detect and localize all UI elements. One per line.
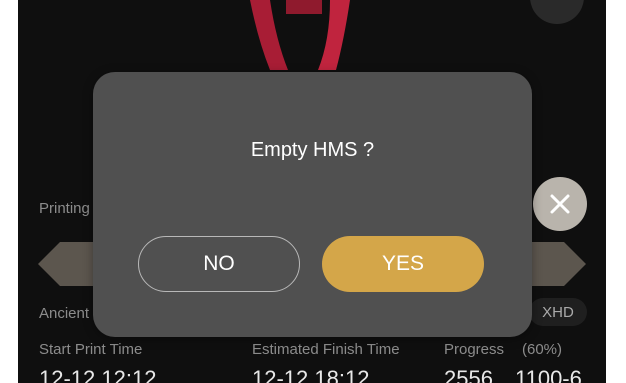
right-arrow-body — [528, 242, 564, 286]
yes-button[interactable]: YES — [322, 236, 484, 292]
right-arrow-icon[interactable] — [564, 242, 586, 286]
close-icon — [550, 194, 570, 214]
estimated-finish-time-value: 12-12 18:12 — [252, 366, 370, 383]
left-arrow-icon[interactable] — [38, 242, 60, 286]
progress-percent: (60%) — [522, 341, 563, 358]
progress-value: 2556 — [444, 366, 493, 383]
start-print-time-label: Start Print Time — [39, 341, 143, 358]
estimated-finish-time-label: Estimated Finish Time — [252, 341, 400, 358]
ancient-label: Ancient — [39, 305, 90, 322]
model-preview — [250, 0, 350, 70]
xhd-chip: XHD — [529, 298, 587, 326]
printing-label: Printing — [39, 200, 90, 217]
progress-label: Progress — [444, 341, 505, 358]
progress-extra: 1100-6 — [515, 366, 582, 383]
close-button[interactable] — [533, 177, 587, 231]
no-button[interactable]: NO — [138, 236, 300, 292]
start-print-time-value: 12-12 12:12 — [39, 366, 157, 383]
dialog-title: Empty HMS ? — [250, 139, 375, 161]
confirm-dialog: Empty HMS ? NO YES — [93, 72, 532, 337]
